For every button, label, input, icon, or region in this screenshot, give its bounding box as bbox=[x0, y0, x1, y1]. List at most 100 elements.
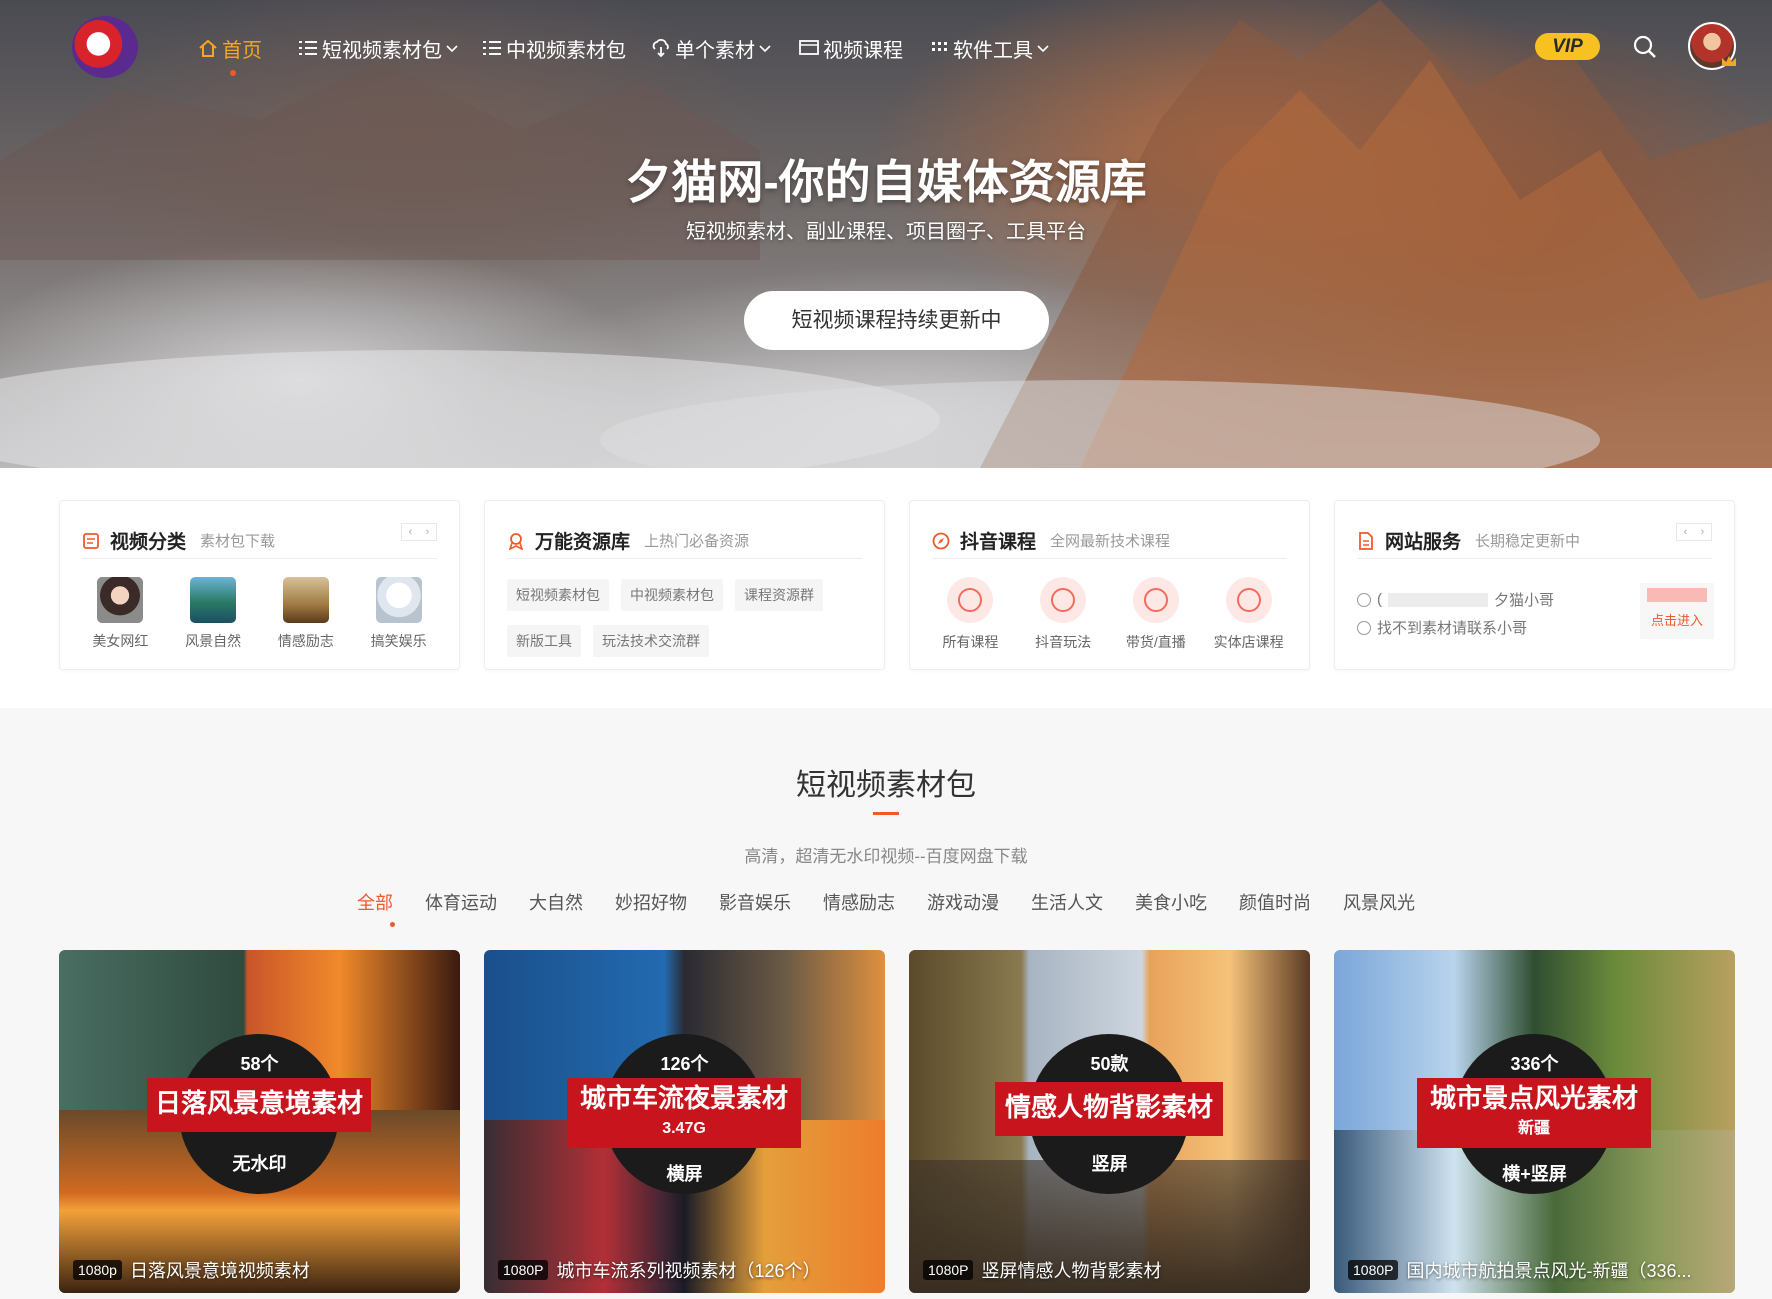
badge-note: 无水印 bbox=[232, 1154, 287, 1174]
filter-scenery[interactable]: 风景风光 bbox=[1343, 889, 1415, 915]
chevron-down-icon bbox=[1037, 45, 1049, 53]
badge-count: 50款 bbox=[1090, 1054, 1129, 1074]
material-caption: 1080P 竖屏情感人物背影素材 bbox=[923, 1257, 1298, 1283]
filter-games[interactable]: 游戏动漫 bbox=[927, 889, 999, 915]
filter-emotion[interactable]: 情感励志 bbox=[823, 889, 895, 915]
material-card[interactable]: 126个 城市车流夜景素材 3.47G 横屏 1080P 城市车流系列视频素材（… bbox=[484, 950, 885, 1293]
video-category-card: 视频分类 素材包下载 ‹ › 美女网红 风景自然 情感励志 搞笑娱乐 bbox=[59, 500, 460, 670]
download-cloud-icon bbox=[652, 39, 669, 58]
list-icon bbox=[299, 41, 317, 55]
material-card[interactable]: 50款 情感人物背影素材 竖屏 1080P 竖屏情感人物背影素材 bbox=[909, 950, 1310, 1293]
badge-title: 日落风景意境素材 bbox=[147, 1078, 371, 1132]
home-icon bbox=[199, 39, 217, 57]
service-contact-line[interactable]: ( 夕猫小哥 bbox=[1357, 589, 1554, 610]
badge-note: 横屏 bbox=[666, 1164, 703, 1184]
badge-note: 竖屏 bbox=[1091, 1154, 1128, 1174]
resource-tag[interactable]: 短视频素材包 bbox=[507, 579, 609, 611]
category-beauty[interactable]: 美女网红 bbox=[80, 577, 160, 651]
enter-button-label: 点击进入 bbox=[1650, 613, 1703, 628]
course-label: 所有课程 bbox=[942, 634, 999, 650]
hero-course-button[interactable]: 短视频课程持续更新中 bbox=[744, 291, 1049, 350]
award-icon bbox=[508, 532, 524, 550]
nav-single-material[interactable]: 单个素材 bbox=[651, 34, 771, 62]
site-logo[interactable] bbox=[72, 16, 138, 78]
service-line-prefix: ( bbox=[1377, 591, 1382, 608]
nav-video-courses[interactable]: 视频课程 bbox=[799, 34, 903, 62]
resource-tag[interactable]: 课程资源群 bbox=[735, 579, 823, 611]
smile-icon bbox=[1132, 577, 1179, 623]
category-funny[interactable]: 搞笑娱乐 bbox=[359, 577, 439, 651]
material-card[interactable]: 336个 城市景点风光素材 新疆 横+竖屏 1080P 国内城市航拍景点风光-新… bbox=[1334, 950, 1735, 1293]
clock-icon bbox=[1357, 592, 1371, 607]
search-icon[interactable] bbox=[1632, 34, 1658, 60]
nav-software-tools[interactable]: 软件工具 bbox=[931, 34, 1049, 62]
filter-entertainment[interactable]: 影音娱乐 bbox=[719, 889, 791, 915]
filter-fashion[interactable]: 颜值时尚 bbox=[1239, 889, 1311, 915]
carousel-arrows[interactable]: ‹ › bbox=[401, 523, 437, 541]
material-caption: 1080P 国内城市航拍景点风光-新疆（336... bbox=[1348, 1257, 1723, 1283]
filter-nature[interactable]: 大自然 bbox=[529, 889, 583, 915]
filter-food[interactable]: 美食小吃 bbox=[1135, 889, 1207, 915]
category-thumbnail bbox=[282, 577, 329, 623]
course-label: 实体店课程 bbox=[1213, 634, 1284, 650]
category-label: 搞笑娱乐 bbox=[370, 633, 427, 649]
clock-icon bbox=[1357, 620, 1371, 635]
resource-tag[interactable]: 中视频素材包 bbox=[621, 579, 723, 611]
category-emotion[interactable]: 情感励志 bbox=[266, 577, 346, 651]
douyin-course-card: 抖音课程 全网最新技术课程 所有课程 抖音玩法 带货/直播 实体店课程 bbox=[909, 500, 1310, 670]
course-douyin-play[interactable]: 抖音玩法 bbox=[1021, 577, 1106, 652]
material-title: 国内城市航拍景点风光-新疆（336... bbox=[1406, 1261, 1692, 1281]
material-caption: 1080p 日落风景意境视频素材 bbox=[73, 1257, 448, 1283]
chevron-left-icon[interactable]: ‹ bbox=[402, 524, 419, 540]
vip-button[interactable]: VIP bbox=[1535, 33, 1600, 60]
resolution-badge: 1080P bbox=[498, 1260, 549, 1280]
resource-tag[interactable]: 玩法技术交流群 bbox=[593, 625, 709, 657]
filter-life[interactable]: 生活人文 bbox=[1031, 889, 1103, 915]
category-nature[interactable]: 风景自然 bbox=[173, 577, 253, 651]
course-label: 带货/直播 bbox=[1125, 634, 1186, 650]
badge-title: 城市车流夜景素材 bbox=[579, 1083, 788, 1113]
service-help-text: 找不到素材请联系小哥 bbox=[1377, 620, 1528, 637]
smile-icon bbox=[1040, 577, 1087, 623]
nav-mid-video-label: 中视频素材包 bbox=[506, 39, 626, 62]
category-label: 情感励志 bbox=[277, 633, 334, 649]
course-retail-store[interactable]: 实体店课程 bbox=[1206, 577, 1291, 652]
nav-mid-video-packs[interactable]: 中视频素材包 bbox=[482, 34, 626, 62]
course-live-selling[interactable]: 带货/直播 bbox=[1113, 577, 1198, 652]
chevron-right-icon[interactable]: › bbox=[1694, 524, 1711, 540]
chevron-left-icon[interactable]: ‹ bbox=[1677, 524, 1694, 540]
carousel-arrows[interactable]: ‹ › bbox=[1676, 523, 1712, 541]
filter-all[interactable]: 全部 bbox=[357, 889, 393, 915]
category-thumbnail bbox=[190, 577, 237, 623]
enter-button[interactable]: 点击进入 bbox=[1640, 583, 1714, 639]
section-title: 短视频素材包 bbox=[796, 769, 976, 802]
category-thumbnail bbox=[97, 577, 144, 623]
nav-short-video-label: 短视频素材包 bbox=[322, 39, 442, 62]
nav-home-label: 首页 bbox=[222, 39, 262, 62]
top-navbar: 首页 短视频素材包 中视频素材包 单个素材 视频课程 软件工具 VIP bbox=[0, 0, 1772, 92]
nav-short-video-packs[interactable]: 短视频素材包 bbox=[298, 34, 458, 62]
filter-tips[interactable]: 妙招好物 bbox=[615, 889, 687, 915]
filter-active-indicator bbox=[390, 922, 395, 927]
nav-home[interactable]: 首页 bbox=[198, 34, 262, 62]
hero-subtitle: 短视频素材、副业课程、项目圈子、工具平台 bbox=[686, 221, 1086, 243]
monitor-icon bbox=[799, 40, 819, 55]
filter-sports[interactable]: 体育运动 bbox=[425, 889, 497, 915]
badge-region: 新疆 bbox=[1517, 1120, 1550, 1137]
course-all[interactable]: 所有课程 bbox=[928, 577, 1013, 652]
material-card[interactable]: 58个 日落风景意境素材 无水印 1080p 日落风景意境视频素材 bbox=[59, 950, 460, 1293]
active-indicator bbox=[230, 70, 236, 76]
hero-title: 夕猫网-你的自媒体资源库 bbox=[625, 156, 1147, 208]
chevron-right-icon[interactable]: › bbox=[419, 524, 436, 540]
smile-icon bbox=[947, 577, 994, 623]
compass-icon bbox=[932, 532, 950, 549]
course-label: 抖音玩法 bbox=[1035, 634, 1092, 650]
badge-title-block: 城市车流夜景素材 3.47G bbox=[567, 1078, 801, 1148]
site-service-card: 网站服务 长期稳定更新中 ‹ › ( 夕猫小哥 找不到素材请联系小哥 点击进入 bbox=[1334, 500, 1735, 670]
file-icon bbox=[1359, 531, 1373, 550]
redacted-contact bbox=[1388, 592, 1488, 607]
service-help-line[interactable]: 找不到素材请联系小哥 bbox=[1357, 617, 1527, 638]
material-title: 竖屏情感人物背影素材 bbox=[981, 1261, 1162, 1281]
resource-tag[interactable]: 新版工具 bbox=[507, 625, 581, 657]
chevron-down-icon bbox=[446, 45, 458, 53]
